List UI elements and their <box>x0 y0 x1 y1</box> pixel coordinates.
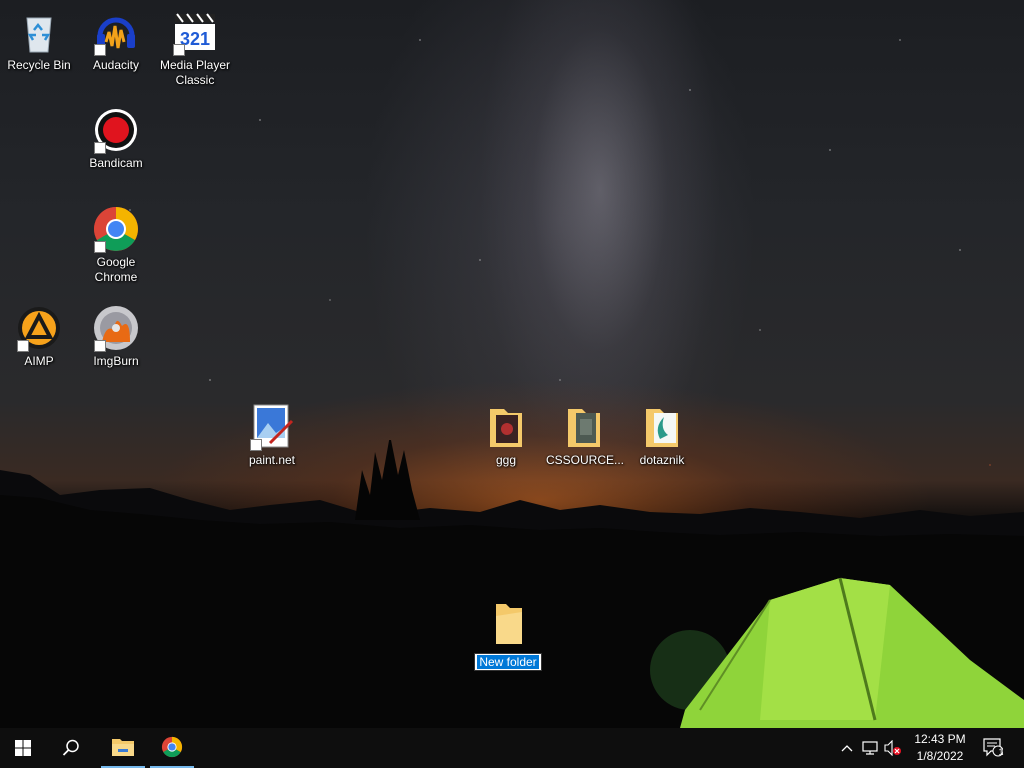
desktop-icon-label: dotaznik <box>639 453 685 467</box>
clock-date: 1/8/2022 <box>916 749 964 763</box>
desktop-icon-recycle-bin[interactable]: Recycle Bin <box>1 8 77 73</box>
notification-count: 1 <box>998 747 1004 757</box>
desktop-icon-label: Recycle Bin <box>7 58 71 72</box>
desktop-icon-label: paint.net <box>248 453 296 467</box>
action-center-button[interactable]: 1 <box>982 737 1004 757</box>
file-explorer-icon <box>112 739 134 756</box>
desktop-icon-label: Media Player Classic <box>159 58 231 87</box>
desktop-icon-label: CSSOURCE... <box>546 453 625 467</box>
tent-image <box>650 577 1024 728</box>
taskbar: 12:43 PM 1/8/2022 1 <box>0 728 1024 768</box>
taskbar-file-explorer-button[interactable] <box>101 728 145 768</box>
folder-icon <box>646 409 678 447</box>
shortcut-arrow-icon <box>94 142 106 154</box>
desktop-icon-new-folder[interactable]: New folder <box>465 600 551 671</box>
volume-muted-icon <box>884 740 901 756</box>
desktop[interactable]: Recycle Bin Audacity 321 Media Player Cl… <box>0 0 1024 728</box>
desktop-icon-media-player-classic[interactable]: 321 Media Player Classic <box>157 8 233 88</box>
shortcut-arrow-icon <box>250 439 262 451</box>
chevron-up-icon <box>841 745 853 752</box>
folder-icon <box>490 409 522 447</box>
shortcut-arrow-icon <box>94 340 106 352</box>
taskbar-clock[interactable]: 12:43 PM 1/8/2022 <box>905 731 975 765</box>
start-button[interactable] <box>0 728 46 768</box>
network-icon <box>862 741 878 755</box>
rename-input[interactable]: New folder <box>474 653 542 671</box>
shortcut-arrow-icon <box>173 44 185 56</box>
desktop-icon-aimp[interactable]: AIMP <box>1 304 77 369</box>
search-button[interactable] <box>48 728 94 768</box>
desktop-icon-bandicam[interactable]: Bandicam <box>78 106 154 171</box>
tray-show-hidden-button[interactable] <box>838 738 856 758</box>
desktop-icon-folder-dotaznik[interactable]: dotaznik <box>624 403 700 468</box>
desktop-icon-audacity[interactable]: Audacity <box>78 8 154 73</box>
desktop-icon-google-chrome[interactable]: Google Chrome <box>78 205 154 285</box>
desktop-icon-folder-ggg[interactable]: ggg <box>468 403 544 468</box>
chrome-icon <box>161 736 183 758</box>
taskbar-chrome-button[interactable] <box>150 728 194 768</box>
shortcut-arrow-icon <box>94 44 106 56</box>
tray-volume-button[interactable] <box>884 738 902 758</box>
folder-icon <box>496 604 522 644</box>
recycle-bin-icon <box>26 17 52 53</box>
desktop-icon-label: ImgBurn <box>93 354 139 368</box>
desktop-icon-paintnet[interactable]: paint.net <box>234 403 310 468</box>
windows-logo-icon <box>15 740 31 756</box>
clock-time: 12:43 PM <box>914 732 966 746</box>
tray-network-button[interactable] <box>861 738 879 758</box>
desktop-icon-label: AIMP <box>24 354 54 368</box>
desktop-icon-imgburn[interactable]: ImgBurn <box>78 304 154 369</box>
desktop-icon-label: Audacity <box>92 58 140 72</box>
rename-selected-text: New folder <box>477 655 539 669</box>
desktop-icon-label: Bandicam <box>89 156 143 170</box>
search-icon <box>62 739 79 756</box>
shortcut-arrow-icon <box>94 241 106 253</box>
desktop-icon-label: ggg <box>495 453 517 467</box>
desktop-icon-label: Google Chrome <box>94 255 138 284</box>
desktop-icon-folder-cssource[interactable]: CSSOURCE... <box>546 403 625 468</box>
shortcut-arrow-icon <box>17 340 29 352</box>
folder-icon <box>568 409 600 447</box>
